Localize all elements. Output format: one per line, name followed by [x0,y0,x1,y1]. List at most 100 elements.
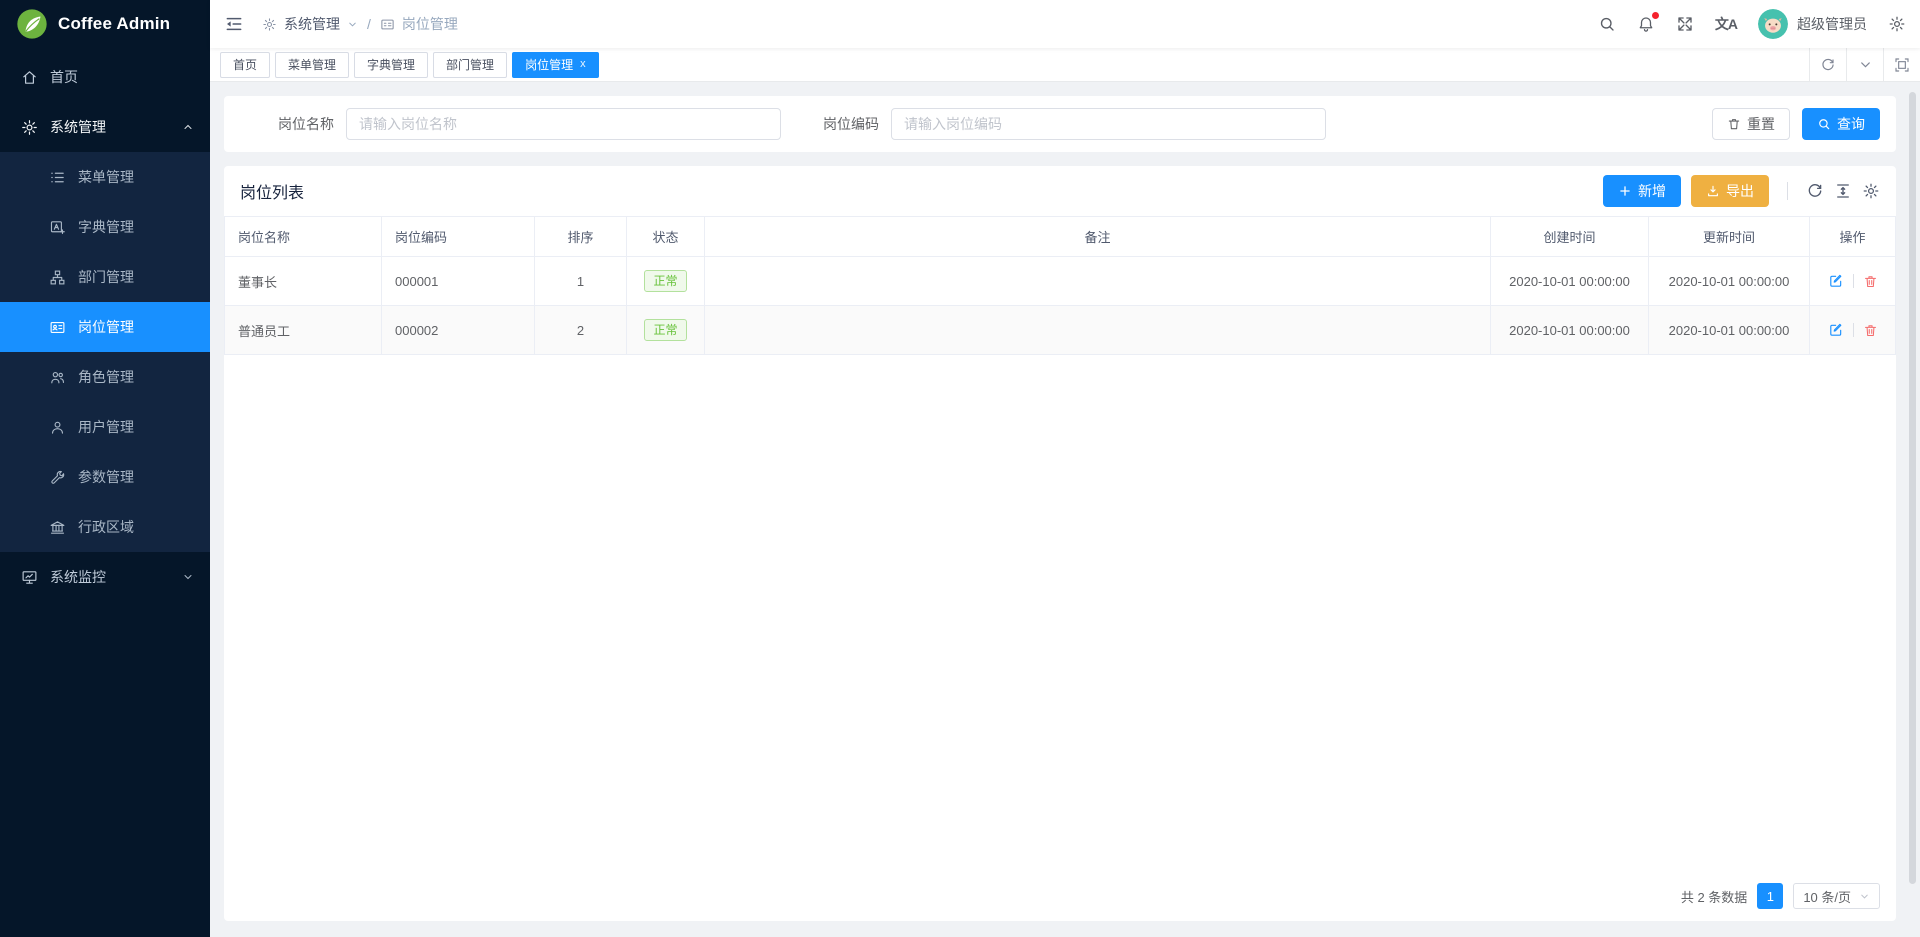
sidebar-item-role-management[interactable]: 角色管理 [0,352,210,402]
col-updated: 更新时间 [1649,217,1810,257]
tab-post-management[interactable]: 岗位管理 x [512,52,599,78]
tab-home[interactable]: 首页 [220,52,270,78]
sidebar-item-home[interactable]: 首页 [0,52,210,102]
reset-button[interactable]: 重置 [1712,108,1790,140]
edit-icon[interactable] [1828,273,1844,289]
chevron-down-icon [1859,891,1870,902]
sidebar-item-param-management[interactable]: 参数管理 [0,452,210,502]
col-remark: 备注 [705,217,1491,257]
sidebar-item-system-management[interactable]: 系统管理 [0,102,210,152]
sidebar-item-menu-management[interactable]: 菜单管理 [0,152,210,202]
col-sort: 排序 [535,217,627,257]
sidebar-item-label: 角色管理 [78,367,134,387]
close-icon[interactable]: x [580,59,586,70]
post-table: 岗位名称 岗位编码 排序 状态 备注 创建时间 更新时间 操作 董事长 0000… [224,216,1896,355]
column-height-icon[interactable] [1834,182,1852,200]
notification-badge [1652,12,1659,19]
edit-icon[interactable] [1828,322,1844,338]
user-icon [48,418,66,436]
cell-post-name: 董事长 [225,257,382,306]
chevron-down-icon[interactable] [1846,48,1883,81]
delete-icon[interactable] [1863,274,1878,289]
sidebar-item-label: 岗位管理 [78,317,134,337]
gear-icon [262,17,277,32]
tab-menu-management[interactable]: 菜单管理 [275,52,349,78]
cell-sort: 2 [535,306,627,355]
app-logo[interactable]: Coffee Admin [0,0,210,48]
spring-leaf-icon [16,8,48,40]
breadcrumb-parent[interactable]: 系统管理 [284,14,340,34]
gear-icon [20,118,38,136]
sidebar-item-system-monitor[interactable]: 系统监控 [0,552,210,602]
topbar: 系统管理 / 岗位管理 [210,0,1920,48]
fullscreen-icon[interactable] [1676,15,1694,33]
tabbar: 首页 菜单管理 字典管理 部门管理 岗位管理 x [210,48,1920,82]
refresh-icon[interactable] [1809,48,1846,81]
sidebar-item-dict-management[interactable]: 字典管理 [0,202,210,252]
user-menu[interactable]: 超级管理员 [1758,9,1867,39]
refresh-icon[interactable] [1806,182,1824,200]
page-1-button[interactable]: 1 [1757,883,1783,909]
sidebar-item-post-management[interactable]: 岗位管理 [0,302,210,352]
export-button[interactable]: 导出 [1691,175,1769,207]
breadcrumb-separator: / [367,16,371,32]
org-tree-icon [48,268,66,286]
bell-icon[interactable] [1637,15,1655,33]
home-icon [20,68,38,86]
cell-remark [705,306,1491,355]
tab-dict-management[interactable]: 字典管理 [354,52,428,78]
list-icon [48,168,66,186]
sidebar-item-label: 字典管理 [78,217,134,237]
chevron-down-icon[interactable] [347,19,358,30]
cell-actions [1810,257,1896,306]
id-card-icon [48,318,66,336]
tab-label: 菜单管理 [288,56,336,73]
cell-post-code: 000002 [382,306,535,355]
wrench-icon [48,468,66,486]
id-card-icon [380,17,395,32]
cell-updated: 2020-10-01 00:00:00 [1649,306,1810,355]
post-code-input[interactable] [891,108,1326,140]
sidebar-item-dept-management[interactable]: 部门管理 [0,252,210,302]
add-label: 新增 [1638,181,1666,201]
delete-icon[interactable] [1863,323,1878,338]
search-icon[interactable] [1598,15,1616,33]
vertical-scrollbar[interactable] [1909,92,1916,884]
col-status: 状态 [627,217,705,257]
gear-icon[interactable] [1862,182,1880,200]
search-form: 岗位名称 岗位编码 重置 [224,96,1896,152]
sidebar-item-label: 参数管理 [78,467,134,487]
cell-actions [1810,306,1896,355]
card-title: 岗位列表 [240,179,304,203]
sidebar-item-user-management[interactable]: 用户管理 [0,402,210,452]
plus-icon [1618,184,1632,198]
trash-icon [1727,117,1741,131]
breadcrumb-current: 岗位管理 [402,14,458,34]
cell-post-code: 000001 [382,257,535,306]
sidebar: Coffee Admin 首页 系统管理 [0,0,210,937]
page-size-select[interactable]: 10 条/页 [1793,883,1880,909]
post-name-input[interactable] [346,108,781,140]
topbar-actions: 文A 超级管理员 [1598,9,1906,39]
export-label: 导出 [1726,181,1754,201]
maximize-icon[interactable] [1883,48,1920,81]
translate-icon[interactable]: 文A [1715,14,1737,34]
download-icon [1706,184,1720,198]
status-badge: 正常 [644,270,686,292]
tab-dept-management[interactable]: 部门管理 [433,52,507,78]
status-badge: 正常 [644,319,686,341]
sidebar-item-admin-region[interactable]: 行政区域 [0,502,210,552]
cell-post-name: 普通员工 [225,306,382,355]
post-code-group: 岗位编码 [805,108,1326,140]
app-title: Coffee Admin [58,14,170,34]
cell-updated: 2020-10-01 00:00:00 [1649,257,1810,306]
username: 超级管理员 [1797,14,1867,34]
avatar [1758,9,1788,39]
gear-icon[interactable] [1888,15,1906,33]
people-icon [48,368,66,386]
chevron-down-icon [182,571,194,583]
query-button[interactable]: 查询 [1802,108,1880,140]
add-button[interactable]: 新增 [1603,175,1681,207]
bank-icon [48,518,66,536]
sidebar-collapse-icon[interactable] [224,14,244,34]
